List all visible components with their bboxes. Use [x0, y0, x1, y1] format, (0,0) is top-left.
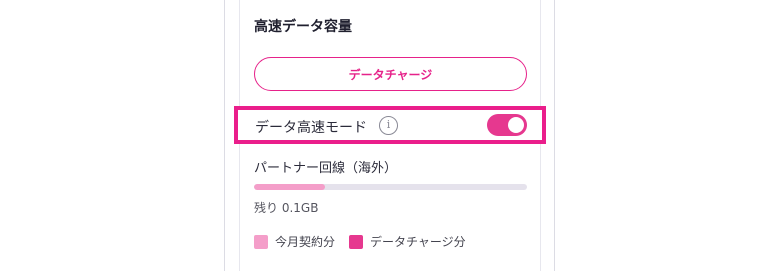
legend-label-charge: データチャージ分 [370, 235, 466, 249]
usage-bar-track [254, 184, 527, 190]
high-speed-mode-row: データ高速モード i [234, 106, 546, 144]
legend-label-monthly: 今月契約分 [275, 235, 336, 249]
legend-swatch-charge [349, 234, 364, 249]
usage-bar-fill [254, 184, 325, 190]
partner-line-label: パートナー回線（海外） [254, 161, 398, 176]
section-title: 高速データ容量 [254, 19, 352, 35]
legend-item-charge: データチャージ分 [349, 233, 466, 250]
data-charge-button[interactable]: データチャージ [254, 57, 527, 91]
legend: 今月契約分 データチャージ分 [254, 233, 480, 250]
legend-swatch-monthly [254, 234, 268, 249]
toggle-knob [508, 117, 524, 133]
high-speed-mode-label: データ高速モード [255, 120, 367, 136]
legend-item-monthly: 今月契約分 [254, 233, 335, 250]
high-speed-mode-toggle[interactable] [487, 114, 527, 136]
info-circle-icon[interactable]: i [379, 116, 398, 135]
remaining-amount: 残り 0.1GB [254, 201, 319, 215]
